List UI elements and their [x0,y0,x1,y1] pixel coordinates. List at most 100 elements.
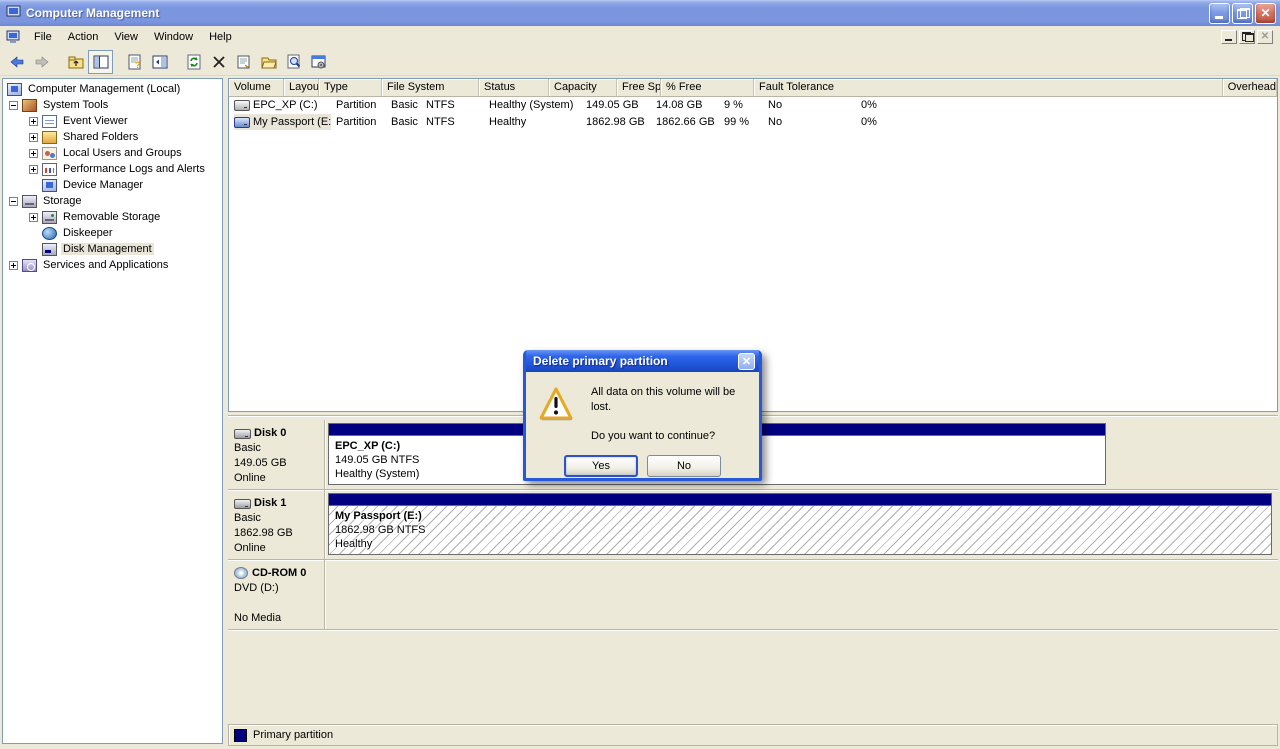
menu-item[interactable]: Action [60,28,107,46]
menu-item[interactable]: File [26,28,60,46]
tree-expander[interactable] [29,117,38,126]
services-applications-icon [22,259,37,272]
cdrom0-label[interactable]: CD-ROM 0 DVD (D:) No Media [228,560,325,629]
disk-icon [234,499,251,509]
tree-item-label[interactable]: Diskeeper [61,227,115,239]
tree-item[interactable]: Services and Applications [3,257,222,273]
mdi-close-button-disabled [1257,30,1273,44]
menu-item[interactable]: View [106,28,146,46]
delete-icon[interactable] [206,50,231,74]
disk0-label[interactable]: Disk 0 Basic 149.05 GB Online [228,420,325,489]
explore-icon[interactable] [281,50,306,74]
column-header[interactable]: Free Space [617,79,661,96]
volume-row[interactable]: My Passport (E:) Partition Basic NTFS He… [229,114,1277,131]
tree-expander[interactable] [9,261,18,270]
tree-item-label[interactable]: Services and Applications [41,259,170,271]
tree-item-label[interactable]: Local Users and Groups [61,147,184,159]
storage-icon [22,195,37,208]
refresh-icon[interactable] [181,50,206,74]
tree-item[interactable]: Shared Folders [3,129,222,145]
properties-icon[interactable] [231,50,256,74]
volume-pct-free: 99 % [719,114,763,131]
column-header[interactable]: Status [479,79,549,96]
tree-expander[interactable] [9,197,18,206]
tree-expander[interactable] [9,101,18,110]
tree-item-label[interactable]: System Tools [41,99,110,111]
close-button[interactable] [1255,3,1276,24]
volume-filesystem: NTFS [421,114,484,131]
no-button[interactable]: No [647,455,721,477]
tree-item[interactable]: Event Viewer [3,113,222,129]
computer-management-icon [6,5,22,21]
up-one-level-icon[interactable] [63,50,88,74]
tree-item-label[interactable]: Event Viewer [61,115,130,127]
tree-item[interactable]: Disk Management [3,241,222,257]
event-viewer-icon [42,115,57,128]
mdi-restore-button[interactable] [1239,30,1255,44]
tree-item[interactable]: Diskeeper [3,225,222,241]
open-icon[interactable] [256,50,281,74]
tree-item[interactable]: Device Manager [3,177,222,193]
minimize-button[interactable] [1209,3,1230,24]
window-title: Computer Management [26,6,1207,20]
delete-partition-dialog: Delete primary partition All data on thi… [523,350,762,481]
column-header[interactable]: % Free [661,79,754,96]
tree-item[interactable]: Performance Logs and Alerts [3,161,222,177]
column-header[interactable]: Type [319,79,382,96]
yes-button[interactable]: Yes [564,455,638,477]
dialog-title-bar[interactable]: Delete primary partition [526,350,759,372]
title-bar[interactable]: Computer Management [0,0,1280,26]
menu-item[interactable]: Window [146,28,201,46]
disk0-size: 149.05 GB [234,456,322,471]
tree-item-label[interactable]: Shared Folders [61,131,140,143]
tree-item[interactable]: Storage [3,193,222,209]
disk1-label[interactable]: Disk 1 Basic 1862.98 GB Online [228,490,325,559]
tree-item-label[interactable]: Removable Storage [61,211,162,223]
cdrom-icon [234,567,249,580]
back-icon[interactable] [4,50,29,74]
tree-item-label[interactable]: Disk Management [61,243,154,255]
restore-button[interactable] [1232,3,1253,24]
cdrom-empty-area [325,560,1278,629]
tree-item[interactable]: System Tools [3,97,222,113]
tree-item-label[interactable]: Storage [41,195,84,207]
show-hide-action-pane-icon[interactable] [147,50,172,74]
tree-expander[interactable] [29,149,38,158]
tree-expander[interactable] [29,165,38,174]
cdrom-status: No Media [234,611,322,626]
tree-item[interactable]: Computer Management (Local) [3,81,222,97]
tree-expander[interactable] [29,213,38,222]
partition-status: Healthy [335,537,1265,551]
legend-label: Primary partition [253,729,333,741]
partition-my-passport-selected[interactable]: My Passport (E:) 1862.98 GB NTFS Healthy [328,493,1272,555]
svg-text:?: ? [135,60,141,70]
column-header[interactable]: Capacity [549,79,617,96]
console-window-icon[interactable] [6,30,21,45]
tree-item-label[interactable]: Device Manager [61,179,145,191]
volume-name: EPC_XP (C:) [253,97,318,113]
options-icon[interactable] [306,50,331,74]
volume-row[interactable]: EPC_XP (C:) Partition Basic NTFS Healthy… [229,97,1277,114]
disk1-type: Basic [234,511,322,526]
help-topics-icon[interactable]: ? [122,50,147,74]
tree-item-label[interactable]: Performance Logs and Alerts [61,163,207,175]
column-header[interactable]: Fault Tolerance [754,79,1223,96]
tree-expander[interactable] [29,133,38,142]
cdrom-name: CD-ROM 0 [252,566,306,581]
tree-item-label[interactable]: Computer Management (Local) [26,83,182,95]
column-header[interactable]: Overhead [1223,79,1277,96]
column-header[interactable]: Layout [284,79,319,96]
disk0-type: Basic [234,441,322,456]
warning-icon [538,385,574,444]
local-users-groups-icon [42,147,57,160]
tree-item[interactable]: Removable Storage [3,209,222,225]
shared-folders-icon [42,131,57,144]
tree-item[interactable]: Local Users and Groups [3,145,222,161]
mdi-minimize-button[interactable] [1221,30,1237,44]
show-hide-console-tree-icon[interactable] [88,50,113,74]
menu-item[interactable]: Help [201,28,240,46]
column-header[interactable]: File System [382,79,479,96]
cdrom-media: DVD (D:) [234,581,322,596]
forward-icon[interactable] [29,50,54,74]
column-header[interactable]: Volume [229,79,284,96]
